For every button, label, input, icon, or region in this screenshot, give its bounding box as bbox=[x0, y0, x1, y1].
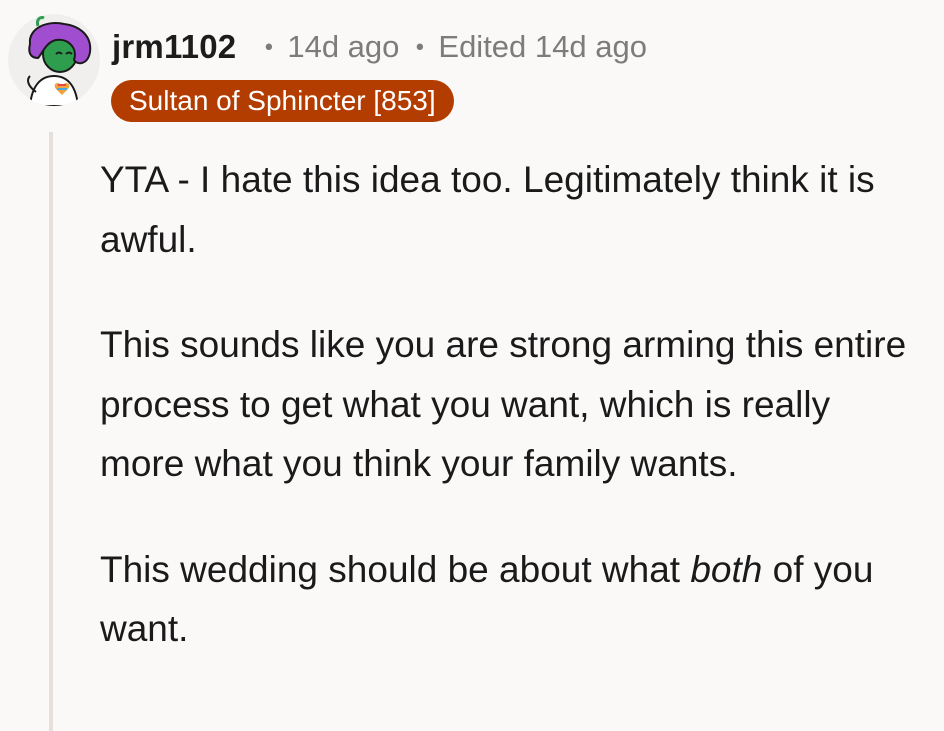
comment-paragraph: This sounds like you are strong arming t… bbox=[100, 324, 907, 484]
user-flair-text: Sultan of Sphincter [853] bbox=[129, 85, 436, 116]
meta-separator: • bbox=[262, 35, 276, 61]
meta-separator: • bbox=[413, 35, 427, 61]
avatar[interactable] bbox=[8, 14, 100, 106]
comment-body: YTA - I hate this idea too. Legitimately… bbox=[100, 150, 920, 705]
username-link[interactable]: jrm1102 bbox=[112, 28, 236, 66]
comment-meta: jrm1102 • 14d ago • Edited 14d ago bbox=[112, 24, 647, 70]
user-flair-badge: Sultan of Sphincter [853] bbox=[111, 80, 454, 122]
snoo-avatar-icon bbox=[8, 14, 100, 106]
comment-paragraph: This wedding should be about what both o… bbox=[100, 540, 920, 659]
paragraph-text: This wedding should be about what bbox=[100, 548, 691, 590]
comment-timestamp[interactable]: 14d ago bbox=[287, 29, 399, 65]
edited-timestamp: Edited 14d ago bbox=[438, 29, 647, 64]
comment-paragraph: YTA - I hate this idea too. Legitimately… bbox=[100, 159, 875, 260]
thread-line[interactable] bbox=[49, 132, 53, 731]
comment: jrm1102 • 14d ago • Edited 14d ago Sulta… bbox=[0, 0, 944, 731]
emphasis-text: both bbox=[690, 548, 763, 590]
